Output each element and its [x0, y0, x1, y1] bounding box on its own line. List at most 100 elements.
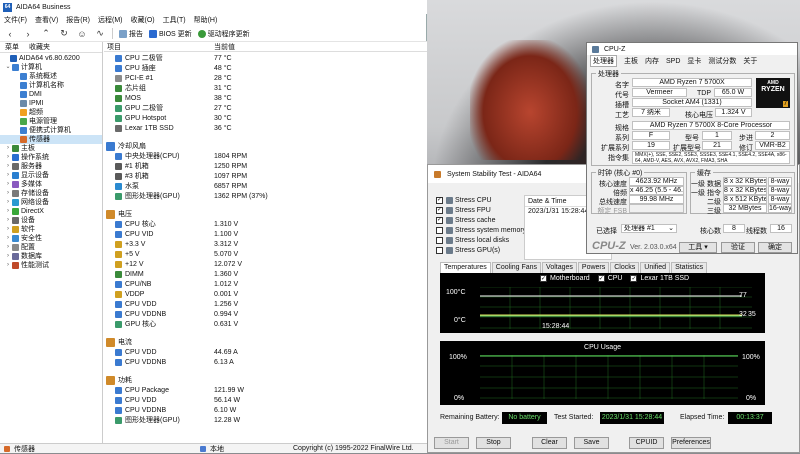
tab-favorites[interactable]: 收藏夹: [29, 42, 50, 52]
up-icon[interactable]: ⌃: [40, 28, 52, 39]
driver-update-button[interactable]: 驱动程序更新: [197, 29, 250, 39]
table-row[interactable]: CPU VDD 56.14 W: [104, 395, 427, 405]
user-icon[interactable]: ☺: [76, 29, 88, 39]
graph-tab[interactable]: Unified: [640, 262, 671, 273]
legend-item[interactable]: ✓ CPU: [597, 275, 622, 282]
table-row[interactable]: 图形处理器(GPU) 1362 RPM (37%): [104, 191, 427, 201]
chevron-icon[interactable]: ›: [4, 162, 12, 171]
stress-option[interactable]: ✓ Stress FPU: [436, 205, 491, 215]
cpuz-tab[interactable]: SPD: [666, 58, 680, 65]
tools-button[interactable]: 工具 ▾: [679, 242, 717, 253]
table-row[interactable]: GPU 二极管 27 °C: [104, 103, 427, 113]
tree-item[interactable]: › 显示设备: [0, 171, 102, 180]
menu-item[interactable]: 收藏(O): [131, 15, 155, 25]
cpuz-tab[interactable]: 内存: [645, 56, 659, 66]
chevron-icon[interactable]: ›: [4, 189, 12, 198]
save-button[interactable]: Save: [574, 437, 609, 449]
legend-item[interactable]: ✓ Lexar 1TB SSD: [630, 275, 689, 282]
menu-item[interactable]: 报告(R): [66, 15, 90, 25]
graph-icon[interactable]: ∿: [94, 28, 106, 39]
tree-item[interactable]: 计算机名称: [0, 81, 102, 90]
table-row[interactable]: CPU VDDNB 6.13 A: [104, 357, 427, 367]
stop-button[interactable]: Stop: [476, 437, 511, 449]
checkbox[interactable]: [436, 236, 443, 244]
table-row[interactable]: CPU 插座 48 °C: [104, 63, 427, 73]
table-row[interactable]: CPU/NB 1.012 V: [104, 279, 427, 289]
ok-button[interactable]: 确定: [758, 242, 792, 253]
table-row[interactable]: 芯片组 31 °C: [104, 83, 427, 93]
legend-checkbox[interactable]: ✓: [597, 275, 605, 282]
tree-item[interactable]: › DirectX: [0, 207, 102, 216]
tree-item[interactable]: ⌄ 计算机: [0, 63, 102, 72]
graph-tab[interactable]: Clocks: [610, 262, 640, 273]
menu-item[interactable]: 文件(F): [4, 15, 27, 25]
tree-item[interactable]: DMI: [0, 90, 102, 99]
table-row[interactable]: #1 机箱 1250 RPM: [104, 161, 427, 171]
chevron-icon[interactable]: ›: [4, 243, 12, 252]
forward-icon[interactable]: ›: [22, 29, 34, 39]
chevron-icon[interactable]: ›: [4, 225, 12, 234]
cpuz-tab[interactable]: 测试分数: [708, 56, 736, 66]
checkbox[interactable]: ✓: [436, 196, 443, 204]
table-row[interactable]: VDDP 0.001 V: [104, 289, 427, 299]
tree-item[interactable]: › 安全性: [0, 234, 102, 243]
stress-option[interactable]: Stress system memory: [436, 225, 526, 235]
table-row[interactable]: MOS 38 °C: [104, 93, 427, 103]
table-row[interactable]: CPU VDD 1.256 V: [104, 299, 427, 309]
cpuz-tab[interactable]: 显卡: [687, 56, 701, 66]
clear-button[interactable]: Clear: [532, 437, 567, 449]
table-row[interactable]: 水泵 6857 RPM: [104, 181, 427, 191]
cpuz-tab[interactable]: 关于: [743, 56, 757, 66]
table-row[interactable]: GPU Hotspot 30 °C: [104, 113, 427, 123]
tree-item[interactable]: 电源管理: [0, 117, 102, 126]
cpuz-tab[interactable]: 处理器: [590, 55, 617, 67]
graph-tab[interactable]: Voltages: [542, 262, 577, 273]
tree-item[interactable]: › 性能测试: [0, 261, 102, 270]
table-row[interactable]: CPU 核心 1.310 V: [104, 219, 427, 229]
tree-item[interactable]: › 网络设备: [0, 198, 102, 207]
tree-item[interactable]: 传感器: [0, 135, 102, 144]
table-row[interactable]: #3 机箱 1097 RPM: [104, 171, 427, 181]
cpuz-tab[interactable]: 主板: [624, 56, 638, 66]
table-row[interactable]: DIMM 1.360 V: [104, 269, 427, 279]
validate-button[interactable]: 验证: [721, 242, 755, 253]
legend-checkbox[interactable]: ✓: [540, 275, 547, 282]
table-row[interactable]: +12 V 12.072 V: [104, 259, 427, 269]
tree-item[interactable]: › 存储设备: [0, 189, 102, 198]
column-item[interactable]: 项目: [107, 42, 121, 52]
processor-select[interactable]: 处理器 #1 ⌄: [621, 224, 677, 233]
tree-item[interactable]: › 配置: [0, 243, 102, 252]
chevron-icon[interactable]: ›: [4, 252, 12, 261]
tree-item[interactable]: AIDA64 v6.80.6200: [0, 54, 102, 63]
stress-option[interactable]: Stress GPU(s): [436, 245, 500, 255]
tree-item[interactable]: 便携式计算机: [0, 126, 102, 135]
refresh-icon[interactable]: ↻: [58, 28, 70, 39]
table-row[interactable]: Lexar 1TB SSD 36 °C: [104, 123, 427, 133]
table-row[interactable]: CPU 二极管 77 °C: [104, 53, 427, 63]
table-row[interactable]: CPU VDDNB 0.994 V: [104, 309, 427, 319]
chevron-icon[interactable]: ›: [4, 261, 12, 270]
chevron-icon[interactable]: ›: [4, 207, 12, 216]
graph-tab[interactable]: Cooling Fans: [491, 262, 542, 273]
chevron-icon[interactable]: ›: [4, 153, 12, 162]
table-row[interactable]: +3.3 V 3.312 V: [104, 239, 427, 249]
cpuid-button[interactable]: CPUID: [629, 437, 664, 449]
report-button[interactable]: 报告: [119, 29, 143, 39]
menu-item[interactable]: 工具(T): [163, 15, 186, 25]
checkbox[interactable]: ✓: [436, 216, 443, 224]
back-icon[interactable]: ‹: [4, 29, 16, 39]
tree-item[interactable]: › 设备: [0, 216, 102, 225]
menu-item[interactable]: 查看(V): [35, 15, 58, 25]
chevron-icon[interactable]: ›: [4, 234, 12, 243]
chevron-icon[interactable]: ›: [4, 180, 12, 189]
start-button[interactable]: Start: [434, 437, 469, 449]
tree-item[interactable]: › 服务器: [0, 162, 102, 171]
preferences-button[interactable]: Preferences: [671, 437, 711, 449]
graph-tab[interactable]: Statistics: [671, 262, 708, 273]
chevron-icon[interactable]: ›: [4, 171, 12, 180]
table-row[interactable]: CPU VID 1.100 V: [104, 229, 427, 239]
graph-tab[interactable]: Temperatures: [440, 262, 491, 273]
chevron-icon[interactable]: ⌄: [4, 63, 12, 72]
graph-tab[interactable]: Powers: [577, 262, 610, 273]
chevron-icon[interactable]: ›: [4, 144, 12, 153]
